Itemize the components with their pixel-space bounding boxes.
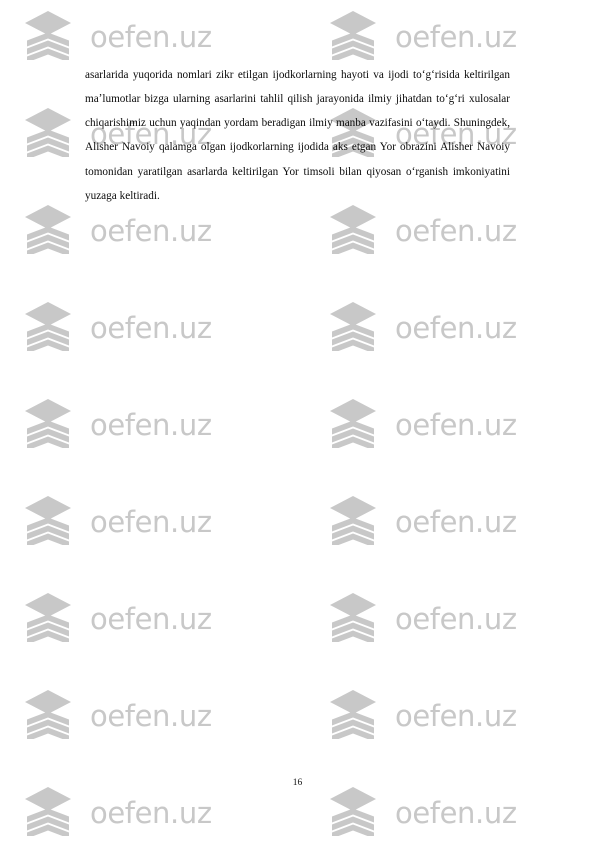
- body-paragraph: asarlarida yuqorida nomlari zikr etilgan…: [85, 69, 510, 202]
- document-page: oefen.uz oefen.uz oefen.uz oefen.uz oefen.uz…: [0, 0, 595, 842]
- page-number: 16: [292, 778, 303, 788]
- document-content-layer: asarlarida yuqorida nomlari zikr etilgan…: [0, 0, 595, 842]
